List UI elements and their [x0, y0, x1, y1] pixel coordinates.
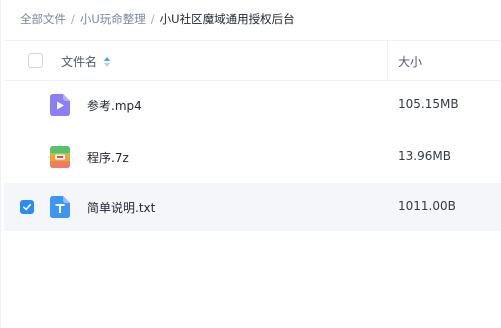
archive-file-icon — [50, 146, 70, 168]
file-name[interactable]: 程序.7z — [87, 149, 129, 166]
table-row[interactable]: 简单说明.txt 1011.00B — [4, 183, 501, 231]
video-file-icon — [50, 94, 70, 116]
file-name[interactable]: 简单说明.txt — [87, 199, 155, 216]
breadcrumb-current: 小U社区魔域通用授权后台 — [159, 12, 295, 26]
select-all-checkbox[interactable] — [28, 53, 43, 68]
column-header-name[interactable]: 文件名 — [61, 53, 111, 70]
text-file-icon — [50, 196, 70, 218]
checkmark-icon — [23, 203, 32, 211]
breadcrumb-folder[interactable]: 小U玩命整理 — [80, 11, 146, 27]
file-size: 13.96MB — [398, 149, 451, 163]
table-row[interactable]: 参考.mp4 105.15MB — [4, 81, 501, 129]
breadcrumb-all-files[interactable]: 全部文件 — [20, 11, 66, 27]
breadcrumb: 全部文件 / 小U玩命整理 / 小U社区魔域通用授权后台 — [20, 10, 295, 28]
breadcrumb-separator: / — [71, 12, 75, 26]
file-browser: 全部文件 / 小U玩命整理 / 小U社区魔域通用授权后台 文件名 大小 参考.m… — [0, 0, 501, 328]
table-header: 文件名 大小 — [4, 40, 501, 81]
breadcrumb-separator: / — [150, 12, 155, 26]
panel-border — [0, 0, 1, 328]
table-row[interactable]: 程序.7z 13.96MB — [4, 133, 501, 181]
file-size: 1011.00B — [398, 199, 456, 213]
column-header-size[interactable]: 大小 — [398, 53, 422, 70]
file-name[interactable]: 参考.mp4 — [87, 97, 142, 114]
column-header-name-label: 文件名 — [61, 55, 98, 69]
file-size: 105.15MB — [398, 97, 459, 111]
row-checkbox[interactable] — [20, 200, 34, 214]
column-divider[interactable] — [387, 41, 388, 81]
sort-icon[interactable] — [103, 55, 111, 69]
